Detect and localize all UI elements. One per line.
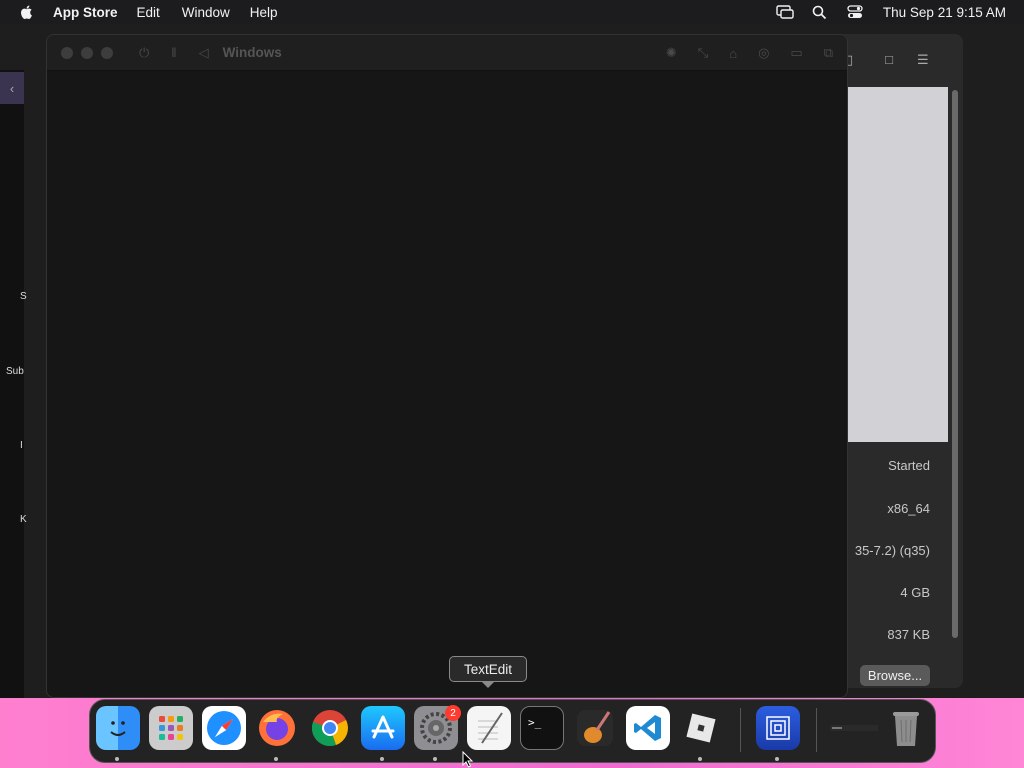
screen-mirroring-icon[interactable]	[776, 4, 794, 20]
menu-help[interactable]: Help	[250, 5, 278, 20]
running-indicator	[433, 757, 437, 761]
app-name-menu[interactable]: App Store	[53, 5, 118, 20]
app-store-icon[interactable]	[361, 706, 405, 750]
running-indicator	[380, 757, 384, 761]
vm-memory-value: 4 GB	[900, 585, 930, 600]
vm-architecture-value: x86_64	[887, 501, 930, 516]
menu-edit[interactable]: Edit	[137, 5, 160, 20]
apple-menu-icon[interactable]	[19, 4, 35, 20]
running-indicator	[698, 757, 702, 761]
vm-window: ⏻ ‖ ◁ Windows ✺ ⤡ ⌂ ◎ ▭ ⧉	[46, 34, 848, 698]
chrome-icon[interactable]	[308, 706, 352, 750]
settings-toolbar: ▯ □ ☰	[846, 52, 929, 68]
back-button[interactable]: ‹	[0, 72, 24, 104]
sidebar-fragment: K	[20, 514, 27, 525]
folder-icon[interactable]: ▭	[790, 45, 802, 61]
vm-display[interactable]	[47, 71, 847, 697]
sidebar-fragment: I	[20, 440, 23, 451]
finder-icon[interactable]	[96, 706, 140, 750]
vscode-icon[interactable]	[626, 706, 670, 750]
notification-badge: 2	[445, 705, 461, 721]
firefox-icon[interactable]	[255, 706, 299, 750]
dock-separator	[740, 708, 741, 752]
dock-separator	[816, 708, 817, 752]
chevron-left-icon: ‹	[9, 80, 15, 96]
vm-machine-value: 35-7.2) (q35)	[854, 543, 930, 558]
vm-titlebar: ⏻ ‖ ◁ Windows ✺ ⤡ ⌂ ◎ ▭ ⧉	[47, 35, 847, 71]
textedit-icon[interactable]	[467, 706, 511, 750]
pause-icon[interactable]: ‖	[171, 45, 176, 60]
usb-icon[interactable]: ⌂	[729, 46, 737, 61]
vm-status-value: Started	[888, 458, 930, 473]
vm-size-value: 837 KB	[887, 627, 930, 642]
vm-window-title: Windows	[222, 45, 282, 60]
power-icon[interactable]: ⏻	[139, 45, 149, 61]
background-sidebar	[0, 70, 24, 698]
brightness-icon[interactable]: ✺	[666, 45, 677, 61]
roblox-icon[interactable]	[679, 706, 723, 750]
vm-toolbar-right: ✺ ⤡ ⌂ ◎ ▭ ⧉	[666, 35, 833, 71]
dock-tooltip: TextEdit	[449, 656, 527, 682]
close-window-button[interactable]	[61, 46, 73, 59]
zoom-window-button[interactable]	[101, 46, 113, 59]
menu-window[interactable]: Window	[182, 5, 230, 20]
minimized-window-icon[interactable]	[830, 706, 878, 750]
spotlight-search-icon[interactable]	[811, 4, 829, 20]
running-indicator	[775, 757, 779, 761]
control-center-icon[interactable]	[846, 4, 864, 20]
sidebar-fragment: S	[20, 291, 27, 302]
garageband-icon[interactable]	[573, 706, 617, 750]
trash-icon[interactable]	[884, 706, 928, 750]
menu-bar: App Store Edit Window Help Thu Sep 21 9:…	[0, 0, 1024, 24]
running-indicator	[274, 757, 278, 761]
running-indicator	[115, 757, 119, 761]
tooltip-arrow	[481, 681, 495, 688]
back-triangle-icon[interactable]: ◁	[199, 45, 209, 61]
vm-preview-pane	[848, 87, 948, 442]
menubar-clock[interactable]: Thu Sep 21 9:15 AM	[883, 5, 1006, 20]
windows-icon[interactable]: ⧉	[824, 45, 833, 61]
mouse-cursor-icon	[462, 751, 474, 768]
resize-icon[interactable]: ⤡	[698, 45, 708, 61]
sidebar-fragment: Sub	[6, 366, 24, 377]
browse-button[interactable]: Browse...	[860, 665, 930, 686]
safari-icon[interactable]	[202, 706, 246, 750]
scrollbar-thumb[interactable]	[952, 90, 958, 638]
minimize-window-button[interactable]	[81, 46, 93, 59]
sliders-icon[interactable]: ☰	[917, 52, 929, 68]
utm-icon[interactable]	[756, 706, 800, 750]
launchpad-icon[interactable]	[149, 706, 193, 750]
share-icon[interactable]: ◎	[758, 45, 769, 61]
square-icon[interactable]: □	[885, 52, 893, 68]
terminal-icon[interactable]: >_	[520, 706, 564, 750]
